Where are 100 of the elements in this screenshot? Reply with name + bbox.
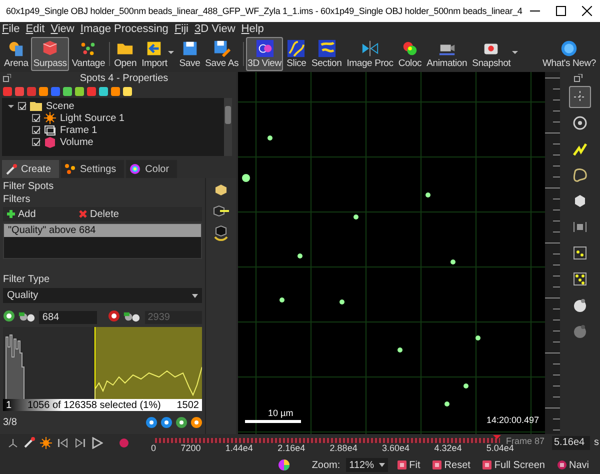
zoom-label: Zoom: <box>312 460 340 470</box>
plus-icon <box>6 209 16 219</box>
checkbox[interactable] <box>32 114 40 122</box>
tree-item[interactable]: Scene <box>46 100 74 112</box>
tab[interactable]: Create <box>2 160 60 178</box>
toolbar-button[interactable]: Save <box>177 37 202 71</box>
tick-label: 0 <box>151 443 156 453</box>
menu-item[interactable]: Image Processing <box>80 22 168 36</box>
filters-label: Filters <box>3 193 32 206</box>
record-icon[interactable] <box>119 438 129 448</box>
range-min: 1 <box>6 400 12 410</box>
toolbar-button[interactable]: Vantage <box>70 37 108 71</box>
tab[interactable]: Color <box>126 160 178 178</box>
cube-arrow-icon[interactable] <box>212 204 230 218</box>
rotate-cube-icon[interactable] <box>213 224 229 242</box>
toolbar-button[interactable]: Import <box>140 37 176 71</box>
expand-arrow-icon[interactable] <box>8 104 14 110</box>
filter-item[interactable]: "Quality" above 684 <box>4 224 201 237</box>
menu-item[interactable]: Edit <box>26 22 45 36</box>
dots-square-icon <box>571 244 589 262</box>
toolbar-button[interactable]: Section <box>309 37 344 71</box>
tab[interactable]: Settings <box>61 160 124 178</box>
threshold-field[interactable]: 684 <box>39 310 97 324</box>
tool-button[interactable] <box>569 86 591 108</box>
color-wheel-icon[interactable] <box>278 459 290 471</box>
checkbox[interactable] <box>18 102 26 110</box>
toolbar-button[interactable]: Animation <box>424 37 470 71</box>
object-icons-drawing[interactable] <box>3 86 135 96</box>
wand-icon[interactable] <box>23 437 35 449</box>
tree-item[interactable]: Light Source 1 <box>60 112 124 124</box>
axes-icon[interactable] <box>8 438 18 448</box>
folder-icon <box>30 100 42 112</box>
play-icon[interactable] <box>91 437 103 449</box>
caret-icon <box>192 294 198 298</box>
undock-icon[interactable] <box>3 74 11 82</box>
toolbar-button[interactable]: Arena <box>2 37 30 71</box>
cube-icon[interactable] <box>213 182 229 198</box>
checkbox[interactable] <box>32 138 40 146</box>
time-slider-track[interactable] <box>155 438 500 443</box>
page-indicator: 3/8 <box>3 416 18 428</box>
menu-item[interactable]: View <box>50 22 74 36</box>
wand-icon <box>5 163 17 175</box>
sun-icon <box>44 112 56 124</box>
sun-icon[interactable] <box>40 437 52 449</box>
toolbar-button[interactable]: What's New? <box>540 37 598 71</box>
scale-bar <box>245 420 301 423</box>
menu-item[interactable]: Help <box>241 22 264 36</box>
toolbar-button[interactable]: Surpass <box>31 37 69 71</box>
ball-icon <box>571 296 589 314</box>
skip-back-icon[interactable] <box>57 438 69 448</box>
toolbar-button[interactable]: Image Proc <box>344 37 396 71</box>
filter-button[interactable]: Add <box>3 207 73 221</box>
dots-square-icon <box>571 270 589 288</box>
checkbox[interactable] <box>32 126 40 134</box>
menu-item[interactable]: 3D View <box>194 22 236 36</box>
zoom-dropdown[interactable]: 112% <box>346 458 388 472</box>
filter-type-label: Filter Type <box>3 273 50 286</box>
view-button[interactable]: Navi <box>554 460 592 470</box>
view-button[interactable]: Full Screen <box>479 460 548 470</box>
spots-icon <box>123 311 142 323</box>
tick-label: 7200 <box>180 443 201 453</box>
view-button[interactable]: Fit <box>394 460 424 470</box>
filter-button[interactable]: Delete <box>75 207 122 221</box>
caret-icon <box>379 463 386 467</box>
toolbar-button[interactable]: Slice <box>284 37 308 71</box>
color-wheel-icon <box>129 163 142 175</box>
menu-item[interactable]: Fiji <box>174 22 189 36</box>
view-button[interactable]: Reset <box>429 460 474 470</box>
toolbar-button[interactable]: Open <box>112 37 139 71</box>
slice-icon <box>286 39 306 58</box>
timestamp: 14:20:00.497 <box>486 415 539 425</box>
triangles-icon <box>360 39 380 58</box>
frame-icon <box>44 124 56 136</box>
tree-item[interactable]: Frame 1 <box>60 124 98 136</box>
window-title: 60x1p49_Single OBJ holder_500nm beads_linear_488_GFP_WF_Zyla 1_1.ims - 60x1p49_Single OBJ holder_500nm beads_linear_4 <box>5 6 522 16</box>
toolbar-button[interactable]: Save As <box>203 37 241 71</box>
floppy-pencil-icon <box>212 39 232 58</box>
range-max: 1502 <box>176 400 199 410</box>
skip-forward-icon[interactable] <box>74 438 86 448</box>
time-field[interactable]: 5.16e4 <box>552 436 590 450</box>
section-title: Filter Spots <box>3 180 55 193</box>
toolbar-button[interactable]: 3D View <box>246 37 284 71</box>
menu-item[interactable]: File <box>2 22 20 36</box>
selection-summary: 1056 of 126358 selected (1%) <box>27 400 161 410</box>
scrollbar[interactable] <box>224 98 232 156</box>
section-icon <box>316 39 337 58</box>
image-viewer[interactable]: 10 µm 14:20:00.497 <box>238 72 545 434</box>
spots-icon <box>18 311 36 323</box>
maximize-icon[interactable] <box>556 6 566 16</box>
tick-label: 3.60e4 <box>382 443 410 453</box>
circles-icon <box>254 39 275 58</box>
blob-icon <box>571 166 589 184</box>
scale-bar-label: 10 µm <box>268 408 294 418</box>
filter-type-dropdown[interactable]: Quality <box>3 288 202 303</box>
target-icon <box>571 114 589 132</box>
tree-item[interactable]: Volume <box>60 136 94 148</box>
volume-icon <box>44 136 56 148</box>
toolbar-button[interactable]: Coloc <box>396 37 424 71</box>
tick-label: 2.88e4 <box>330 443 358 453</box>
toolbar-button[interactable]: Snapshot <box>470 37 520 71</box>
